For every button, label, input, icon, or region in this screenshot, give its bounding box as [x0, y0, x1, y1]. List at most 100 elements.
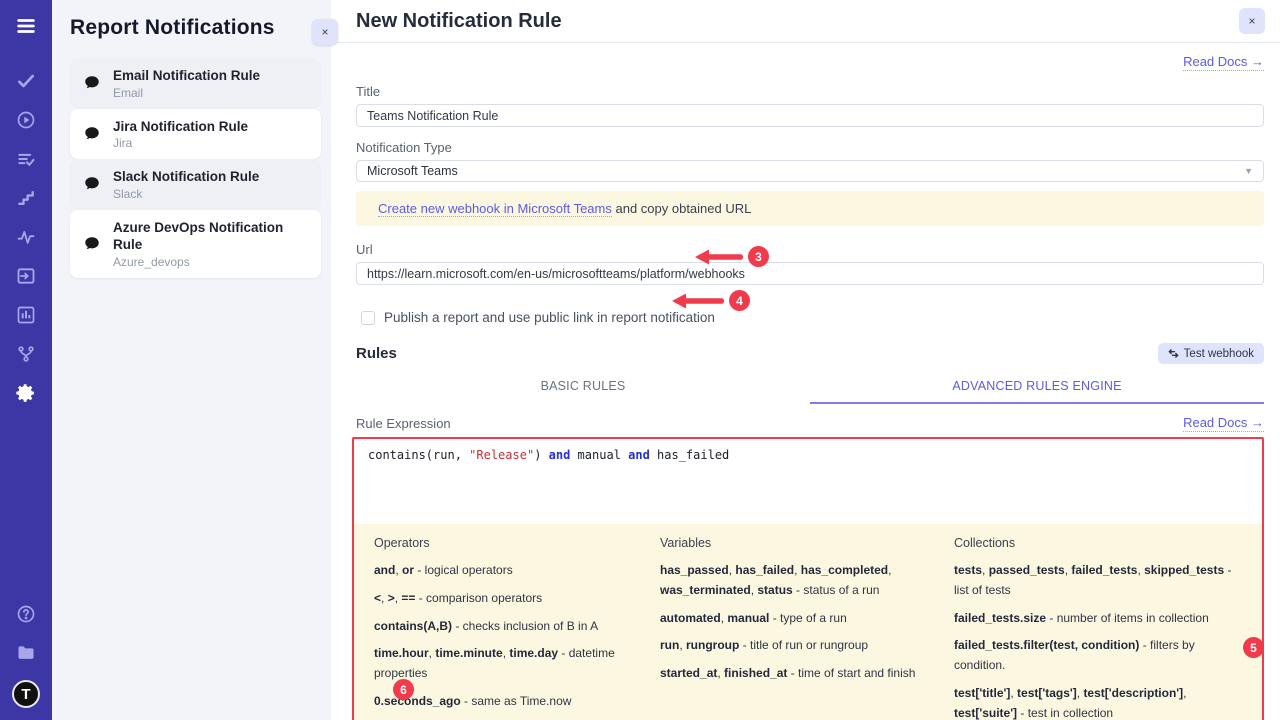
bar-chart-icon[interactable]: [14, 303, 38, 327]
webhook-hint-text: and copy obtained URL: [612, 201, 751, 216]
test-webhook-button[interactable]: Test webhook: [1158, 343, 1264, 364]
rule-expression-label: Rule Expression: [356, 416, 451, 431]
help-entry: contains(A,B) - checks inclusion of B in…: [374, 617, 646, 637]
help-entry: failed_tests.size - number of items in c…: [954, 609, 1248, 629]
webhook-hint-box: Create new webhook in Microsoft Teams an…: [356, 191, 1264, 226]
chat-bubble-icon: [82, 235, 102, 253]
check-icon[interactable]: [14, 69, 38, 93]
code-token-keyword: and: [549, 448, 571, 462]
expression-help-panel: Operators and, or - logical operators <, >…: [354, 524, 1262, 720]
rule-item-title: Azure DevOps Notification Rule: [113, 219, 311, 254]
gear-icon[interactable]: [14, 381, 38, 405]
type-field-label: Notification Type: [356, 140, 1264, 155]
import-icon[interactable]: [14, 264, 38, 288]
publish-report-checkbox[interactable]: [361, 311, 375, 325]
read-docs-link-rules[interactable]: Read Docs →: [1183, 415, 1264, 432]
annotation-badge-6: 6: [393, 679, 414, 700]
rule-item-subtitle: Azure_devops: [113, 255, 311, 269]
tab-basic-rules[interactable]: BASIC RULES: [356, 373, 810, 404]
rule-item-title: Slack Notification Rule: [113, 168, 259, 186]
branch-icon[interactable]: [14, 342, 38, 366]
red-arrow-left-icon: [695, 248, 743, 266]
panel-title: Report Notifications: [70, 16, 321, 40]
help-entry: test['title'], test['tags'], test['descr…: [954, 684, 1248, 720]
help-entry: time.hour, time.minute, time.day - datet…: [374, 644, 646, 684]
rules-annotation-box: contains(run, "Release") and manual and …: [352, 437, 1264, 720]
folder-icon[interactable]: [14, 641, 38, 665]
tab-advanced-rules-engine[interactable]: ADVANCED RULES ENGINE: [810, 373, 1264, 404]
help-entry: 0.seconds_ago - same as Time.now: [374, 692, 646, 712]
help-entry: automated, manual - type of a run: [660, 609, 940, 629]
menu-icon[interactable]: [14, 14, 38, 38]
code-token-plain: contains(run,: [368, 448, 469, 462]
read-docs-link-top[interactable]: Read Docs →: [1183, 54, 1264, 71]
list-check-icon[interactable]: [14, 147, 38, 171]
notification-rule-item[interactable]: Azure DevOps Notification RuleAzure_devo…: [70, 210, 321, 278]
help-entry: started_at, finished_at - time of start …: [660, 664, 940, 684]
panel-close-button[interactable]: ×: [312, 19, 338, 45]
rule-item-subtitle: Email: [113, 86, 260, 100]
help-column-variables: Variables has_passed, has_failed, has_com…: [660, 536, 940, 720]
dialog-header: New Notification Rule ×: [331, 0, 1280, 43]
chevron-down-icon: ▼: [1244, 166, 1253, 176]
help-column-title: Collections: [954, 536, 1248, 550]
notification-type-select[interactable]: Microsoft Teams ▼: [356, 160, 1264, 182]
code-token-plain: manual: [570, 448, 628, 462]
rule-expression-code: contains(run, "Release") and manual and …: [368, 448, 1248, 462]
rule-expression-editor[interactable]: contains(run, "Release") and manual and …: [354, 439, 1262, 524]
play-circle-icon[interactable]: [14, 108, 38, 132]
annotation-badge-3: 3: [748, 246, 769, 267]
annotation-badge-5: 5: [1243, 637, 1264, 658]
help-entry: failed_tests.filter(test, condition) - f…: [954, 636, 1248, 676]
code-token-string: "Release": [469, 448, 534, 462]
webhook-test-icon: [1168, 348, 1179, 359]
code-token-plain: has_failed: [650, 448, 729, 462]
create-webhook-link[interactable]: Create new webhook in Microsoft Teams: [378, 201, 612, 217]
pulse-icon[interactable]: [14, 225, 38, 249]
icon-rail: T: [0, 0, 52, 720]
rule-item-subtitle: Slack: [113, 187, 259, 201]
help-column-title: Variables: [660, 536, 940, 550]
notification-rule-item[interactable]: Jira Notification RuleJira: [70, 109, 321, 160]
rules-heading: Rules: [356, 345, 397, 362]
title-field-label: Title: [356, 84, 1264, 99]
dialog-content: Read Docs → Title Notification Type Micr…: [331, 43, 1280, 720]
notification-rule-list: Email Notification RuleEmailJira Notific…: [70, 58, 321, 278]
rule-item-title: Jira Notification Rule: [113, 118, 248, 136]
report-notifications-panel: Report Notifications × Email Notificatio…: [52, 0, 331, 720]
help-column-title: Operators: [374, 536, 646, 550]
help-entry: <, >, == - comparison operators: [374, 589, 646, 609]
steps-icon[interactable]: [14, 186, 38, 210]
dialog-title: New Notification Rule: [356, 10, 562, 33]
help-entry: run, rungroup - title of run or rungroup: [660, 636, 940, 656]
red-arrow-left-icon: [672, 292, 724, 310]
help-column-operators: Operators and, or - logical operators <, >…: [374, 536, 646, 720]
help-entry: and, or - logical operators: [374, 561, 646, 581]
code-token-keyword: and: [628, 448, 650, 462]
code-token-plain: ): [534, 448, 548, 462]
help-icon[interactable]: [14, 602, 38, 626]
title-input[interactable]: [356, 104, 1264, 127]
help-entry: has_passed, has_failed, has_completed, w…: [660, 561, 940, 601]
url-input[interactable]: [356, 262, 1264, 285]
rule-item-subtitle: Jira: [113, 136, 248, 150]
chat-bubble-icon: [82, 125, 102, 143]
help-entry: tests, passed_tests, failed_tests, skipp…: [954, 561, 1248, 601]
rules-tabs: BASIC RULESADVANCED RULES ENGINE: [356, 373, 1264, 404]
publish-report-label: Publish a report and use public link in …: [384, 310, 715, 325]
chat-bubble-icon: [82, 74, 102, 92]
dialog-close-button[interactable]: ×: [1239, 8, 1265, 34]
annotation-arrow-publish: 4: [672, 290, 750, 311]
notification-rule-item[interactable]: Slack Notification RuleSlack: [70, 159, 321, 210]
help-column-collections: Collections tests, passed_tests, failed_t…: [954, 536, 1248, 720]
user-avatar[interactable]: T: [12, 680, 40, 708]
rule-item-title: Email Notification Rule: [113, 67, 260, 85]
notification-type-value: Microsoft Teams: [367, 164, 458, 178]
annotation-badge-4: 4: [729, 290, 750, 311]
chat-bubble-icon: [82, 175, 102, 193]
annotation-arrow-url: 3: [695, 246, 769, 267]
app-window: T Report Notifications × Email Notificat…: [0, 0, 1280, 720]
notification-rule-item[interactable]: Email Notification RuleEmail: [70, 58, 321, 109]
new-notification-rule-dialog: New Notification Rule × Read Docs → Titl…: [331, 0, 1280, 720]
test-webhook-label: Test webhook: [1184, 348, 1254, 360]
